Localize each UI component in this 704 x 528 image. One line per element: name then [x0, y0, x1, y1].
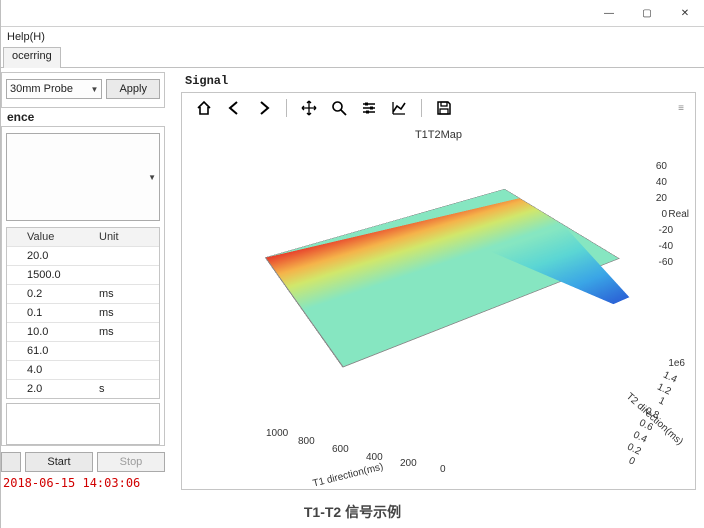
- start-button[interactable]: Start: [25, 452, 93, 472]
- sequence-panel: ▼ Value Unit 20.0 1500.0 0.2ms 0.1ms 10.…: [1, 126, 165, 446]
- forward-icon[interactable]: [254, 98, 274, 118]
- col-unit: Unit: [99, 231, 159, 243]
- run-buttons: Start Stop: [1, 452, 165, 472]
- table-row[interactable]: 20.0: [7, 247, 159, 266]
- table-row[interactable]: 61.0: [7, 342, 159, 361]
- log-box[interactable]: [6, 403, 160, 445]
- stop-button[interactable]: Stop: [97, 452, 165, 472]
- y-tick: 0: [627, 455, 637, 467]
- menu-icon[interactable]: ≡: [678, 103, 683, 114]
- sequence-select[interactable]: ▼: [6, 133, 160, 221]
- maximize-button[interactable]: ▢: [628, 0, 666, 26]
- z-tick: 60: [656, 161, 667, 172]
- tab-processing[interactable]: ocerring: [3, 47, 61, 68]
- table-row[interactable]: 0.1ms: [7, 304, 159, 323]
- table-header: Value Unit: [7, 228, 159, 247]
- menubar: Help(H): [1, 27, 704, 47]
- table-row[interactable]: 2.0s: [7, 380, 159, 398]
- app-window: — ▢ ✕ Help(H) ocerring 30mm Probe ▼ Appl…: [0, 0, 704, 528]
- z-tick: -60: [659, 257, 673, 268]
- x-tick: 800: [298, 436, 315, 447]
- timestamp: 2018-06-15 14:03:06: [1, 472, 165, 494]
- chevron-down-icon: ▼: [148, 173, 156, 182]
- page-caption: T1-T2 信号示例: [1, 494, 704, 528]
- plot-toolbar: ≡: [182, 93, 695, 123]
- z-tick: 40: [656, 177, 667, 188]
- x-tick: 1000: [266, 428, 288, 439]
- axes-icon[interactable]: [389, 98, 409, 118]
- signal-label: Signal: [181, 72, 696, 92]
- toolbar-separator: [286, 99, 287, 117]
- apply-button[interactable]: Apply: [106, 79, 160, 99]
- y-tick: 1: [657, 395, 667, 407]
- app-body: 30mm Probe ▼ Apply ence ▼ Value Unit: [1, 68, 704, 494]
- col-value: Value: [7, 231, 99, 243]
- minimize-button[interactable]: —: [590, 0, 628, 26]
- prev-button[interactable]: [1, 452, 21, 472]
- z-tick: -20: [659, 225, 673, 236]
- z-label: Real: [668, 209, 689, 220]
- x-tick: 0: [440, 464, 446, 475]
- probe-select-value: 30mm Probe: [10, 83, 73, 95]
- left-panel: 30mm Probe ▼ Apply ence ▼ Value Unit: [1, 68, 169, 494]
- x-tick: 600: [332, 444, 349, 455]
- home-icon[interactable]: [194, 98, 214, 118]
- table-row[interactable]: 1500.0: [7, 266, 159, 285]
- titlebar: — ▢ ✕: [1, 0, 704, 27]
- zoom-icon[interactable]: [329, 98, 349, 118]
- table-row[interactable]: 0.2ms: [7, 285, 159, 304]
- config-icon[interactable]: [359, 98, 379, 118]
- z-tick: 20: [656, 193, 667, 204]
- toolbar-separator: [421, 99, 422, 117]
- x-label: T1 direction(ms): [312, 461, 385, 489]
- pan-icon[interactable]: [299, 98, 319, 118]
- surface-3d: [292, 163, 592, 353]
- chevron-down-icon: ▼: [91, 85, 99, 94]
- close-button[interactable]: ✕: [666, 0, 704, 26]
- z-tick: -40: [659, 241, 673, 252]
- chart-title: T1T2Map: [415, 129, 462, 141]
- params-table: Value Unit 20.0 1500.0 0.2ms 0.1ms 10.0m…: [6, 227, 160, 399]
- tabstrip: ocerring: [1, 47, 704, 68]
- save-icon[interactable]: [434, 98, 454, 118]
- plot-area[interactable]: T1T2Map 60 40 20 0 -20 -40: [182, 123, 695, 489]
- z-tick: 0: [661, 209, 667, 220]
- y-scale: 1e6: [668, 358, 685, 369]
- menu-help[interactable]: Help(H): [7, 31, 45, 43]
- x-tick: 200: [400, 458, 417, 469]
- sequence-label: ence: [1, 108, 165, 126]
- table-row[interactable]: 10.0ms: [7, 323, 159, 342]
- probe-select[interactable]: 30mm Probe ▼: [6, 79, 102, 99]
- signal-panel: ≡ T1T2Map 60 40 20 0: [181, 92, 696, 490]
- probe-panel: 30mm Probe ▼ Apply: [1, 72, 165, 108]
- table-row[interactable]: 4.0: [7, 361, 159, 380]
- right-panel: Signal ≡ T1T2Map: [169, 68, 704, 494]
- back-icon[interactable]: [224, 98, 244, 118]
